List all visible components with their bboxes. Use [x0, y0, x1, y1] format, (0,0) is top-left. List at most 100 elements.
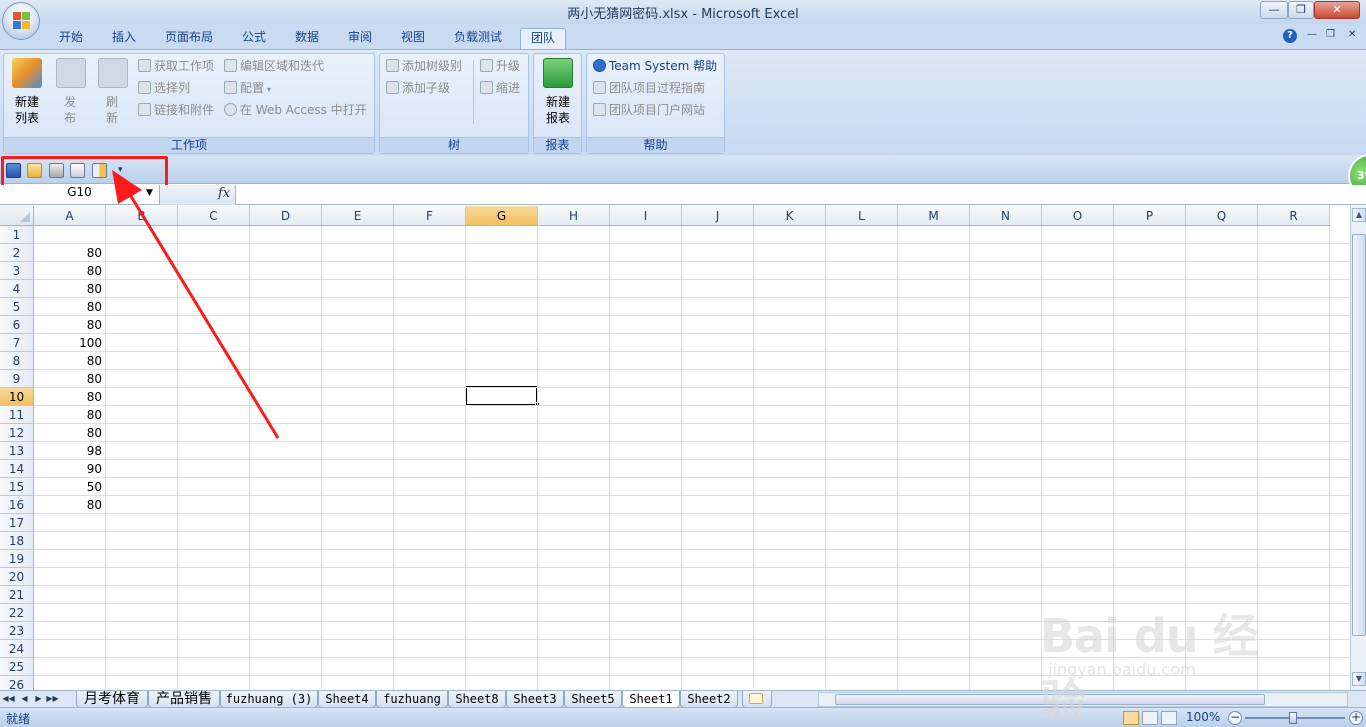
- row-header-2[interactable]: 2: [0, 244, 34, 262]
- row-header-26[interactable]: 26: [0, 676, 34, 690]
- indent-button[interactable]: 缩进: [480, 79, 520, 97]
- ribbon-close-icon[interactable]: ✕: [1348, 29, 1356, 40]
- cell-a14[interactable]: 90: [34, 460, 106, 478]
- column-header-h[interactable]: H: [538, 206, 610, 226]
- row-header-11[interactable]: 11: [0, 406, 34, 424]
- last-sheet-button[interactable]: ▶▶: [46, 692, 59, 706]
- choose-columns-button[interactable]: 选择列: [138, 79, 190, 97]
- column-header-g[interactable]: G: [466, 206, 538, 226]
- sheet-tab[interactable]: Sheet8: [448, 691, 506, 708]
- row-header-14[interactable]: 14: [0, 460, 34, 478]
- tab-team[interactable]: 团队: [520, 28, 566, 49]
- edit-areas-button[interactable]: 编辑区域和迭代: [224, 57, 324, 75]
- sheet-tab[interactable]: Sheet3: [506, 691, 564, 708]
- row-header-25[interactable]: 25: [0, 658, 34, 676]
- sheet-tab[interactable]: Sheet5: [564, 691, 622, 708]
- select-all-button[interactable]: [0, 206, 34, 226]
- cell-a9[interactable]: 80: [34, 370, 106, 388]
- minimize-button[interactable]: —: [1260, 1, 1288, 19]
- column-header-o[interactable]: O: [1042, 206, 1114, 226]
- row-header-18[interactable]: 18: [0, 532, 34, 550]
- ribbon-minimize-icon[interactable]: —: [1307, 29, 1317, 40]
- cell-a5[interactable]: 80: [34, 298, 106, 316]
- cell-a2[interactable]: 80: [34, 244, 106, 262]
- new-list-button[interactable]: 新建 列表: [10, 58, 44, 126]
- column-header-r[interactable]: R: [1258, 206, 1330, 226]
- cell-a3[interactable]: 80: [34, 262, 106, 280]
- row-header-13[interactable]: 13: [0, 442, 34, 460]
- column-header-d[interactable]: D: [250, 206, 322, 226]
- row-header-3[interactable]: 3: [0, 262, 34, 280]
- sheet-tab[interactable]: Sheet2: [680, 691, 738, 708]
- sheet-tab[interactable]: Sheet1: [622, 691, 680, 708]
- team-system-help-button[interactable]: Team System 帮助: [593, 57, 717, 75]
- cell-a4[interactable]: 80: [34, 280, 106, 298]
- configure-button[interactable]: 配置 ▾: [224, 79, 271, 97]
- column-header-b[interactable]: B: [106, 206, 178, 226]
- column-header-p[interactable]: P: [1114, 206, 1186, 226]
- scroll-down-button[interactable]: ▼: [1352, 672, 1366, 686]
- column-header-k[interactable]: K: [754, 206, 826, 226]
- publish-button[interactable]: 发 布: [56, 58, 86, 126]
- prev-sheet-button[interactable]: ◀: [18, 692, 31, 706]
- column-header-f[interactable]: F: [394, 206, 466, 226]
- outdent-button[interactable]: 升级: [480, 57, 520, 75]
- cell-a16[interactable]: 80: [34, 496, 106, 514]
- cell-a8[interactable]: 80: [34, 352, 106, 370]
- row-header-22[interactable]: 22: [0, 604, 34, 622]
- get-work-items-button[interactable]: 获取工作项: [138, 57, 214, 75]
- row-header-4[interactable]: 4: [0, 280, 34, 298]
- row-header-6[interactable]: 6: [0, 316, 34, 334]
- new-report-button[interactable]: 新建 报表: [542, 58, 574, 126]
- formula-input[interactable]: [237, 185, 1347, 205]
- cell-a7[interactable]: 100: [34, 334, 106, 352]
- sheet-tab[interactable]: 产品销售: [148, 691, 220, 708]
- tab-review[interactable]: 审阅: [340, 28, 380, 49]
- scroll-up-button[interactable]: ▲: [1352, 208, 1366, 222]
- sheet-tab[interactable]: Sheet4: [318, 691, 376, 708]
- zoom-out-button[interactable]: −: [1228, 711, 1242, 725]
- row-header-7[interactable]: 7: [0, 334, 34, 352]
- chevron-down-icon[interactable]: ▼: [146, 188, 153, 198]
- insert-function-button[interactable]: fx: [218, 186, 230, 201]
- row-header-15[interactable]: 15: [0, 478, 34, 496]
- tab-home[interactable]: 开始: [50, 28, 92, 49]
- cell-a11[interactable]: 80: [34, 406, 106, 424]
- cell-a13[interactable]: 98: [34, 442, 106, 460]
- row-header-23[interactable]: 23: [0, 622, 34, 640]
- first-sheet-button[interactable]: ◀◀: [2, 692, 15, 706]
- zoom-level[interactable]: 100%: [1186, 710, 1220, 724]
- row-header-24[interactable]: 24: [0, 640, 34, 658]
- office-button[interactable]: [2, 2, 40, 40]
- close-button[interactable]: ✕: [1314, 1, 1360, 19]
- vertical-scroll-thumb[interactable]: [1352, 234, 1366, 636]
- row-header-8[interactable]: 8: [0, 352, 34, 370]
- add-tree-level-button[interactable]: 添加树级别: [386, 57, 462, 75]
- row-header-10[interactable]: 10: [0, 388, 34, 406]
- page-layout-view-button[interactable]: [1142, 711, 1158, 725]
- cell-area[interactable]: 80 80 80 80 80 100 80 80 80 80 80 98 90 50 80: [34, 226, 1350, 690]
- row-header-1[interactable]: 1: [0, 226, 34, 244]
- name-box[interactable]: G10: [0, 185, 160, 205]
- tab-load-test[interactable]: 负载测试: [446, 28, 510, 49]
- cell-a15[interactable]: 50: [34, 478, 106, 496]
- links-attachments-button[interactable]: 链接和附件: [138, 101, 214, 119]
- page-break-view-button[interactable]: [1161, 711, 1177, 725]
- row-header-5[interactable]: 5: [0, 298, 34, 316]
- column-header-i[interactable]: I: [610, 206, 682, 226]
- sheet-tab[interactable]: fuzhuang: [376, 691, 448, 708]
- column-header-n[interactable]: N: [970, 206, 1042, 226]
- row-header-9[interactable]: 9: [0, 370, 34, 388]
- column-header-e[interactable]: E: [322, 206, 394, 226]
- cell-a6[interactable]: 80: [34, 316, 106, 334]
- row-header-20[interactable]: 20: [0, 568, 34, 586]
- maximize-button[interactable]: ❐: [1288, 1, 1314, 19]
- tab-page-layout[interactable]: 页面布局: [158, 28, 220, 49]
- add-child-button[interactable]: 添加子级: [386, 79, 450, 97]
- ribbon-restore-icon[interactable]: ❐: [1326, 29, 1335, 40]
- column-header-l[interactable]: L: [826, 206, 898, 226]
- zoom-slider-thumb[interactable]: [1289, 712, 1297, 724]
- row-header-16[interactable]: 16: [0, 496, 34, 514]
- portal-button[interactable]: 团队项目门户网站: [593, 101, 705, 119]
- open-web-access-button[interactable]: 在 Web Access 中打开: [224, 101, 367, 119]
